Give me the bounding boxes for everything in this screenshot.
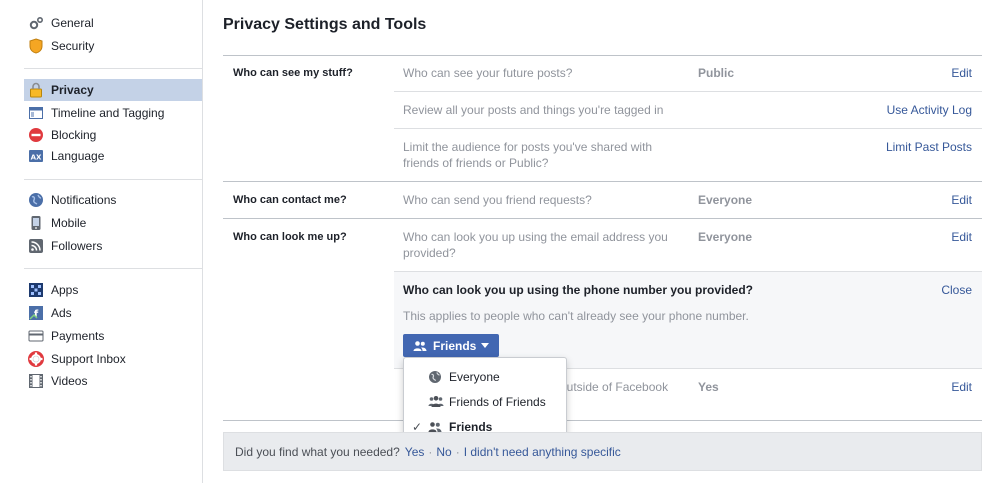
row-question: Who can send you friend requests? bbox=[403, 193, 592, 207]
section-divider bbox=[223, 55, 982, 56]
sidebar-divider bbox=[24, 268, 202, 269]
row-question: Review all your posts and things you're … bbox=[403, 103, 664, 117]
section-label-see-my-stuff: Who can see my stuff? bbox=[233, 67, 353, 79]
sidebar-item-blocking[interactable]: Blocking bbox=[24, 124, 202, 146]
section-label-contact-me: Who can contact me? bbox=[233, 194, 347, 206]
sidebar-divider bbox=[24, 68, 202, 69]
row-value: Everyone bbox=[698, 193, 753, 207]
sidebar-item-ads[interactable]: f Ads bbox=[24, 302, 202, 324]
row-question: Limit the audience for posts you've shar… bbox=[403, 140, 653, 170]
svg-text:AX: AX bbox=[31, 154, 42, 162]
feedback-other-link[interactable]: I didn't need anything specific bbox=[464, 445, 621, 459]
sidebar-item-label: Support Inbox bbox=[51, 352, 126, 366]
row-question: Who can look you up using the email addr… bbox=[403, 230, 668, 260]
shield-icon bbox=[28, 38, 44, 54]
friends-icon bbox=[428, 421, 442, 433]
use-activity-log-link[interactable]: Use Activity Log bbox=[887, 103, 972, 117]
card-icon bbox=[28, 328, 44, 344]
film-icon bbox=[28, 373, 44, 389]
friends-icon bbox=[413, 340, 427, 352]
sidebar-item-apps[interactable]: Apps bbox=[24, 279, 202, 301]
row-value: Yes bbox=[698, 380, 719, 394]
phone-lookup-title: Who can look you up using the phone numb… bbox=[403, 283, 753, 297]
audience-selector-label: Friends bbox=[433, 338, 477, 353]
sidebar-item-label: General bbox=[51, 16, 94, 30]
separator-dot: · bbox=[455, 444, 460, 459]
edit-email-lookup-link[interactable]: Edit bbox=[951, 230, 972, 244]
feedback-no-link[interactable]: No bbox=[436, 445, 451, 459]
sidebar-item-followers[interactable]: Followers bbox=[24, 235, 202, 257]
section-label-look-me-up: Who can look me up? bbox=[233, 231, 347, 243]
phone-lookup-description: This applies to people who can't already… bbox=[403, 309, 749, 323]
block-icon bbox=[28, 127, 44, 143]
lock-icon bbox=[28, 82, 44, 98]
option-label: Everyone bbox=[449, 369, 500, 384]
audience-dropdown-menu: Everyone Friends of Friends ✓ Friends bbox=[403, 357, 567, 443]
sidebar-item-privacy[interactable]: Privacy bbox=[24, 79, 202, 101]
timeline-icon bbox=[28, 105, 44, 121]
lifebuoy-icon bbox=[28, 351, 44, 367]
gear-icon bbox=[28, 15, 44, 31]
sidebar-item-label: Blocking bbox=[51, 128, 97, 142]
sidebar-item-notifications[interactable]: Notifications bbox=[24, 189, 202, 211]
apps-icon bbox=[28, 282, 44, 298]
row-question: Who can see your future posts? bbox=[403, 66, 573, 80]
section-divider bbox=[223, 181, 982, 182]
globe-icon bbox=[428, 370, 442, 384]
sidebar-item-security[interactable]: Security bbox=[24, 35, 202, 57]
edit-friend-requests-link[interactable]: Edit bbox=[951, 193, 972, 207]
close-link[interactable]: Close bbox=[941, 283, 972, 297]
friends-of-friends-icon bbox=[428, 395, 444, 408]
edit-future-posts-link[interactable]: Edit bbox=[951, 66, 972, 80]
sidebar-item-label: Videos bbox=[51, 374, 88, 388]
feedback-yes-link[interactable]: Yes bbox=[405, 445, 425, 459]
feedback-question: Did you find what you needed? bbox=[235, 444, 400, 459]
row-divider bbox=[394, 91, 982, 92]
sidebar-divider bbox=[24, 179, 202, 180]
section-divider bbox=[223, 218, 982, 219]
limit-past-posts-link[interactable]: Limit Past Posts bbox=[886, 140, 972, 154]
sidebar-item-label: Timeline and Tagging bbox=[51, 106, 165, 120]
settings-sidebar: General Security Privacy Timeline and Ta… bbox=[0, 0, 203, 483]
row-question: outside of Facebook bbox=[560, 380, 669, 394]
sidebar-item-label: Apps bbox=[51, 283, 79, 297]
audience-selector-button[interactable]: Friends bbox=[403, 334, 499, 357]
option-label: Friends of Friends bbox=[449, 394, 546, 409]
mobile-icon bbox=[28, 215, 44, 231]
audience-option-friends-of-friends[interactable]: Friends of Friends bbox=[404, 389, 566, 414]
row-divider bbox=[394, 128, 982, 129]
edit-search-engine-link[interactable]: Edit bbox=[951, 380, 972, 394]
feedback-bar: Did you find what you needed? Yes · No ·… bbox=[223, 432, 982, 471]
sidebar-item-language[interactable]: AX Language bbox=[24, 145, 202, 167]
page-title: Privacy Settings and Tools bbox=[223, 16, 427, 33]
audience-option-everyone[interactable]: Everyone bbox=[404, 364, 566, 389]
sidebar-item-label: Language bbox=[51, 149, 105, 163]
caret-down-icon bbox=[481, 343, 490, 348]
sidebar-item-mobile[interactable]: Mobile bbox=[24, 212, 202, 234]
sidebar-item-label: Security bbox=[51, 39, 95, 53]
sidebar-item-label: Followers bbox=[51, 239, 103, 253]
section-divider bbox=[223, 420, 982, 421]
ads-icon: f bbox=[28, 305, 44, 321]
sidebar-item-videos[interactable]: Videos bbox=[24, 370, 202, 392]
row-value: Public bbox=[698, 66, 735, 80]
rss-icon bbox=[28, 238, 44, 254]
sidebar-item-label: Ads bbox=[51, 306, 72, 320]
language-icon: AX bbox=[28, 148, 44, 164]
globe-icon bbox=[28, 192, 44, 208]
sidebar-item-label: Notifications bbox=[51, 193, 117, 207]
sidebar-item-label: Mobile bbox=[51, 216, 87, 230]
sidebar-item-support-inbox[interactable]: Support Inbox bbox=[24, 348, 202, 370]
sidebar-item-payments[interactable]: Payments bbox=[24, 325, 202, 347]
separator-dot: · bbox=[428, 444, 433, 459]
sidebar-item-label: Privacy bbox=[51, 83, 94, 97]
row-value: Everyone bbox=[698, 230, 753, 244]
sidebar-item-general[interactable]: General bbox=[24, 12, 202, 34]
sidebar-item-label: Payments bbox=[51, 329, 105, 343]
sidebar-item-timeline-tagging[interactable]: Timeline and Tagging bbox=[24, 102, 202, 124]
